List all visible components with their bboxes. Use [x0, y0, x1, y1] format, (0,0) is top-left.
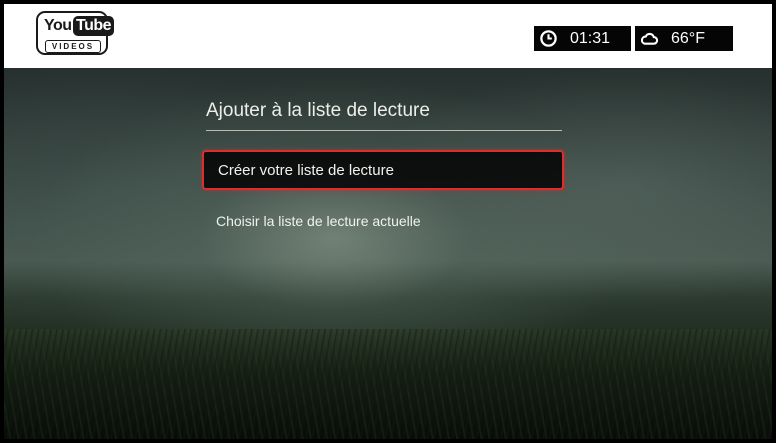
- grass-foreground: [4, 329, 772, 439]
- logo-videos-text: VIDEOS: [45, 40, 101, 53]
- weather-temperature: 66°F: [671, 30, 705, 47]
- weather-status: 66°F: [635, 26, 733, 51]
- title-divider: [206, 130, 562, 131]
- top-bar: You Tube VIDEOS 01:31 66°F: [4, 4, 772, 68]
- cloud-icon: [640, 32, 659, 45]
- clock-time: 01:31: [570, 30, 611, 47]
- clock-icon: [540, 30, 557, 47]
- menu-item-create-playlist[interactable]: Créer votre liste de lecture: [202, 150, 564, 190]
- youtube-logo: You Tube VIDEOS: [36, 11, 115, 55]
- logo-tube-text: Tube: [73, 16, 115, 36]
- logo-you-text: You: [44, 17, 72, 34]
- dialog-title: Ajouter à la liste de lecture: [206, 100, 430, 121]
- background-scene: [4, 68, 772, 439]
- tv-screen: You Tube VIDEOS 01:31 66°F Ajouter à la …: [4, 4, 772, 439]
- menu-item-choose-current-playlist[interactable]: Choisir la liste de lecture actuelle: [202, 202, 564, 242]
- clock-status: 01:31: [534, 26, 631, 51]
